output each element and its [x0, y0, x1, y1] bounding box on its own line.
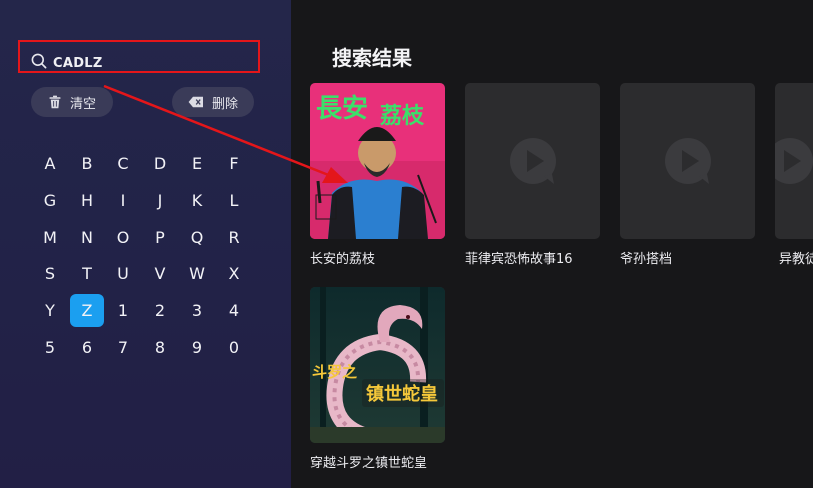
poster-placeholder — [465, 83, 600, 239]
key[interactable]: 8 — [143, 331, 177, 364]
key-selected[interactable]: Z — [70, 294, 104, 327]
search-query-text: CADLZ — [53, 56, 103, 71]
key[interactable]: 6 — [70, 331, 104, 364]
key[interactable]: Q — [180, 221, 214, 254]
key[interactable]: B — [70, 147, 104, 180]
delete-button[interactable]: 删除 — [172, 87, 254, 117]
svg-text:镇世蛇皇: 镇世蛇皇 — [366, 383, 438, 405]
key[interactable]: F — [217, 147, 251, 180]
key[interactable]: M — [33, 221, 67, 254]
key[interactable]: D — [143, 147, 177, 180]
search-input[interactable]: CADLZ — [18, 40, 260, 73]
svg-text:斗罗之: 斗罗之 — [312, 363, 357, 381]
key[interactable]: J — [143, 184, 177, 217]
key[interactable]: 5 — [33, 331, 67, 364]
key[interactable]: 4 — [217, 294, 251, 327]
delete-button-label: 删除 — [211, 96, 238, 112]
key[interactable]: X — [217, 257, 251, 290]
result-card[interactable]: 异教徒 — [775, 83, 813, 267]
result-title: 穿越斗罗之镇世蛇皇 — [310, 456, 428, 471]
key[interactable]: P — [143, 221, 177, 254]
result-title: 爷孙搭档 — [620, 252, 673, 267]
search-icon — [31, 53, 47, 69]
key[interactable]: K — [180, 184, 214, 217]
key[interactable]: T — [70, 257, 104, 290]
key[interactable]: 0 — [217, 331, 251, 364]
key[interactable]: 7 — [106, 331, 140, 364]
key[interactable]: C — [106, 147, 140, 180]
key[interactable]: E — [180, 147, 214, 180]
poster-placeholder — [620, 83, 755, 239]
play-placeholder-icon — [775, 138, 813, 184]
svg-text:荔枝: 荔枝 — [380, 103, 425, 129]
result-card[interactable]: 菲律宾恐怖故事16 — [465, 83, 600, 267]
result-card[interactable]: 爷孙搭档 — [620, 83, 755, 267]
result-title: 异教徒 — [779, 252, 813, 267]
key[interactable]: 3 — [180, 294, 214, 327]
play-placeholder-icon — [509, 138, 556, 184]
key[interactable]: V — [143, 257, 177, 290]
poster-image: 長安 荔枝 — [310, 83, 445, 239]
result-title: 长安的荔枝 — [310, 252, 376, 267]
play-placeholder-icon — [664, 138, 711, 184]
key[interactable]: G — [33, 184, 67, 217]
backspace-icon — [188, 96, 203, 108]
key[interactable]: A — [33, 147, 67, 180]
key[interactable]: Y — [33, 294, 67, 327]
key[interactable]: O — [106, 221, 140, 254]
key[interactable]: S — [33, 257, 67, 290]
key[interactable]: 2 — [143, 294, 177, 327]
key[interactable]: 9 — [180, 331, 214, 364]
trash-icon — [49, 95, 61, 109]
clear-button-label: 清空 — [69, 96, 96, 112]
key[interactable]: N — [70, 221, 104, 254]
key[interactable]: W — [180, 257, 214, 290]
poster-image: 斗罗之 镇世蛇皇 — [310, 287, 445, 443]
result-card[interactable]: 長安 荔枝 长安的荔枝 — [310, 83, 445, 267]
key[interactable]: L — [217, 184, 251, 217]
key[interactable]: I — [106, 184, 140, 217]
key[interactable]: 1 — [106, 294, 140, 327]
clear-button[interactable]: 清空 — [31, 87, 113, 117]
result-card[interactable]: 斗罗之 镇世蛇皇 穿越斗罗之镇世蛇皇 — [310, 287, 445, 471]
key[interactable]: R — [217, 221, 251, 254]
svg-text:長安: 長安 — [316, 94, 368, 124]
poster-placeholder — [775, 83, 813, 239]
key[interactable]: U — [106, 257, 140, 290]
key[interactable]: H — [70, 184, 104, 217]
results-title: 搜索结果 — [332, 46, 412, 70]
result-title: 菲律宾恐怖故事16 — [465, 252, 573, 267]
